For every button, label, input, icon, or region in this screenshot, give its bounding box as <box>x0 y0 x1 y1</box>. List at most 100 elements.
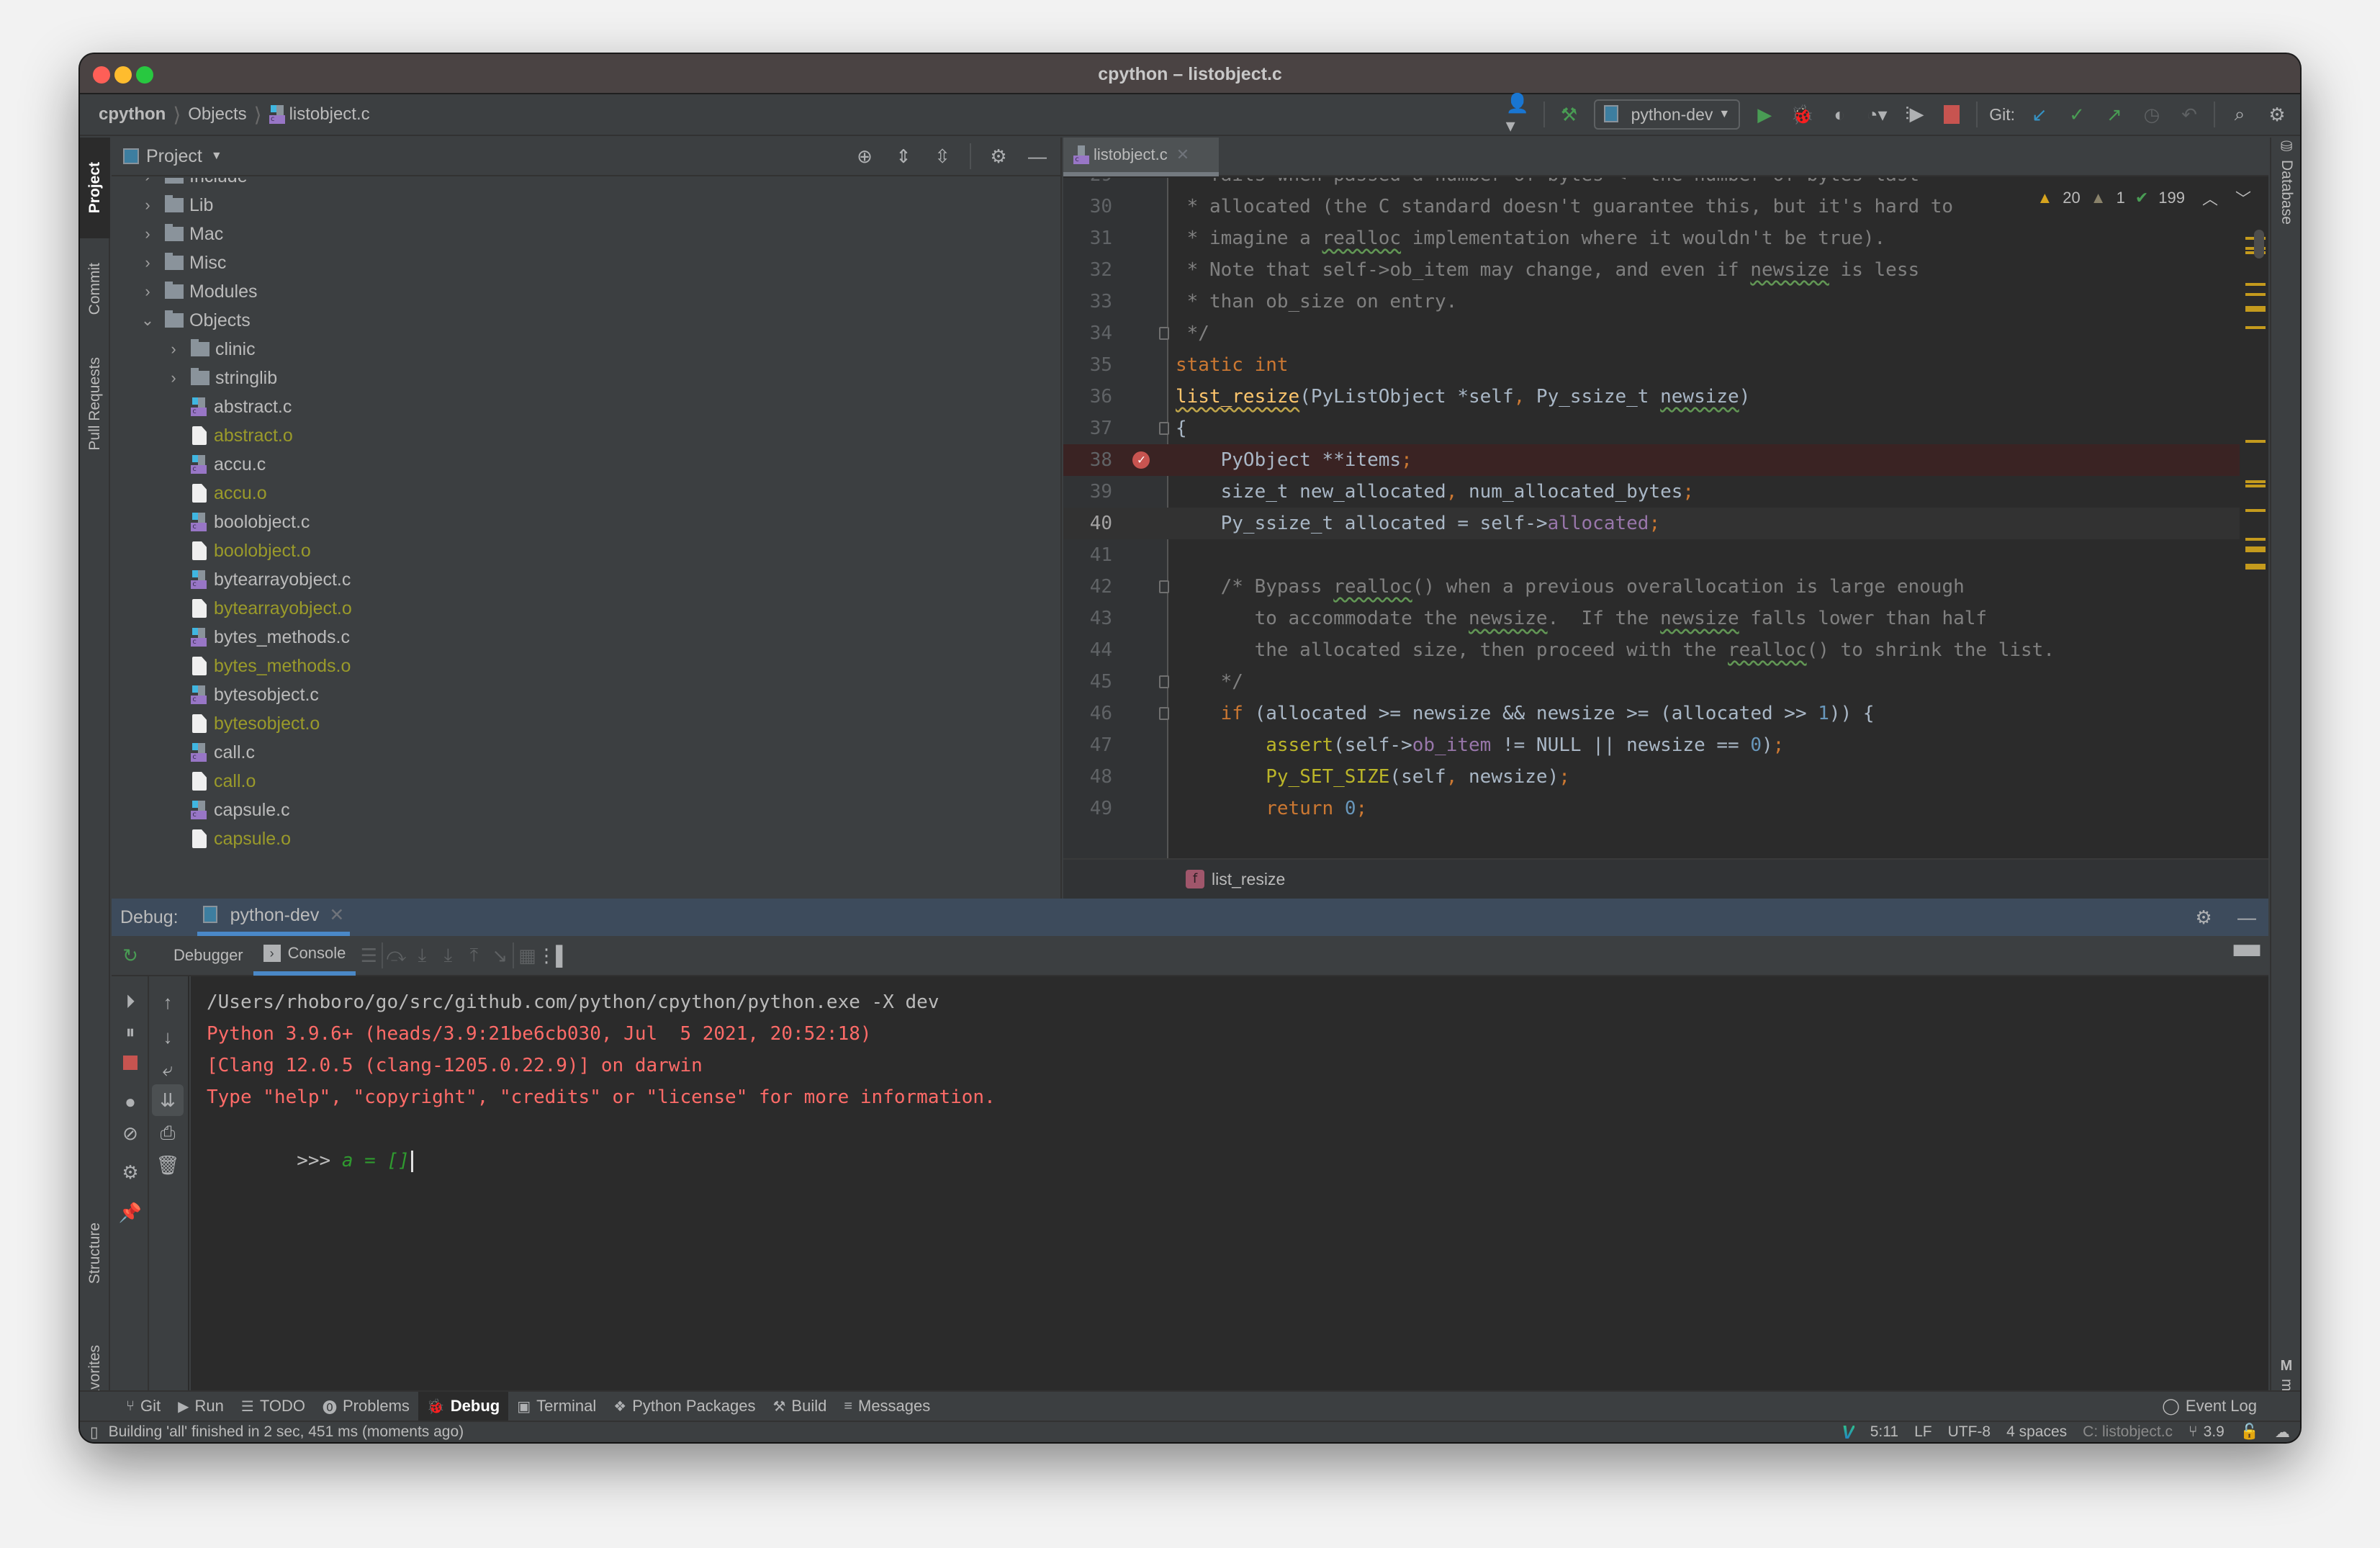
tree-file[interactable]: bytesobject.o <box>112 709 1060 738</box>
tool-tab-run[interactable]: ▶ Run <box>169 1392 233 1421</box>
status-message[interactable]: Building 'all' finished in 2 sec, 451 ms… <box>109 1423 464 1441</box>
code-line[interactable]: 40 Py_ssize_t allocated = self->allocate… <box>1063 508 2240 539</box>
console-input[interactable]: a = [] <box>342 1150 410 1171</box>
rerun-icon[interactable]: ↻ <box>112 942 149 968</box>
warning-marker[interactable] <box>2245 538 2266 541</box>
tree-file[interactable]: bytes_methods.o <box>112 652 1060 680</box>
chevron-down-icon[interactable]: ▼ <box>211 150 222 163</box>
run-to-cursor-icon[interactable]: ↘ <box>487 942 513 968</box>
tree-file[interactable]: c accu.c <box>112 450 1060 479</box>
line-number[interactable]: 38 <box>1063 444 1112 476</box>
debug-icon[interactable]: 🐞 <box>1789 102 1815 127</box>
tree-folder[interactable]: ⌄ Objects <box>112 306 1060 335</box>
code-line[interactable]: 35 static int <box>1063 349 2240 381</box>
line-number[interactable]: 31 <box>1063 222 1112 254</box>
force-step-into-icon[interactable]: ⤓ <box>435 942 461 968</box>
console-input-line[interactable]: >>> a = [] <box>207 1113 413 1172</box>
search-icon[interactable]: ⌕ <box>2227 102 2253 127</box>
warning-marker[interactable] <box>2245 567 2266 570</box>
fold-marker-icon[interactable] <box>1159 422 1169 435</box>
chevron-right-icon[interactable]: › <box>140 225 155 243</box>
tree-folder[interactable]: › Modules <box>112 277 1060 306</box>
tree-file[interactable]: call.o <box>112 767 1060 796</box>
breadcrumb-folder[interactable]: Objects <box>188 104 246 125</box>
pin-icon[interactable]: 📌 <box>112 1197 149 1228</box>
tool-tab-structure[interactable]: Structure <box>80 1203 110 1304</box>
view-breakpoints-icon[interactable]: ● <box>112 1086 149 1117</box>
warning-marker[interactable] <box>2245 283 2266 286</box>
line-number[interactable]: 41 <box>1063 539 1112 571</box>
line-number[interactable]: 35 <box>1063 349 1112 381</box>
git-commit-icon[interactable]: ✓ <box>2064 102 2090 127</box>
file-encoding[interactable]: UTF-8 <box>1948 1423 1991 1441</box>
tree-folder[interactable]: › Mac <box>112 220 1060 248</box>
hide-panel-icon[interactable]: — <box>1026 143 1049 169</box>
code-line[interactable]: 38 PyObject **items; <box>1063 444 2240 476</box>
line-number[interactable]: 33 <box>1063 286 1112 318</box>
code-line[interactable]: 32 * Note that self->ob_item may change,… <box>1063 254 2240 286</box>
tree-file[interactable]: c bytesobject.c <box>112 680 1060 709</box>
collapse-all-icon[interactable]: ⇳ <box>931 143 954 169</box>
layout-icon[interactable]: ▀▀ <box>2234 942 2260 968</box>
tree-file[interactable]: bytearrayobject.o <box>112 594 1060 623</box>
tool-tab-todo[interactable]: ☰ TODO <box>233 1392 314 1421</box>
line-number[interactable]: 40 <box>1063 508 1112 539</box>
tree-file[interactable]: boolobject.o <box>112 536 1060 565</box>
fold-marker-icon[interactable] <box>1159 580 1169 593</box>
locate-file-icon[interactable]: ⊕ <box>853 143 876 169</box>
tool-tab-problems[interactable]: ⓿ Problems <box>314 1392 418 1421</box>
code-line[interactable]: 46 if (allocated >= newsize && newsize >… <box>1063 698 2240 729</box>
settings-icon[interactable]: ⚙ <box>2264 102 2290 127</box>
code-line[interactable]: 31 * imagine a realloc implementation wh… <box>1063 222 2240 254</box>
line-number[interactable]: 49 <box>1063 793 1112 824</box>
attach-icon[interactable]: ⫶▶ <box>1901 102 1927 127</box>
next-highlight-icon[interactable]: ﹀ <box>2235 186 2251 210</box>
caret-position[interactable]: 5:11 <box>1870 1423 1898 1441</box>
code-line[interactable]: 45 */ <box>1063 666 2240 698</box>
line-number[interactable]: 29 <box>1063 178 1112 191</box>
stop-icon[interactable] <box>1939 102 1965 127</box>
warning-marker[interactable] <box>2245 509 2266 512</box>
code-line[interactable]: 47 assert(self->ob_item != NULL || newsi… <box>1063 729 2240 761</box>
tool-tab-python-packages[interactable]: ❖ Python Packages <box>605 1392 764 1421</box>
step-over-icon[interactable]: ⤼ <box>383 942 409 968</box>
tab-debugger[interactable]: Debugger <box>163 935 253 976</box>
warning-marker[interactable] <box>2245 546 2266 552</box>
tree-file[interactable]: c bytearrayobject.c <box>112 565 1060 594</box>
tool-tab-build[interactable]: ⚒ Build <box>764 1392 835 1421</box>
tree-folder[interactable]: › stringlib <box>112 364 1060 392</box>
line-number[interactable]: 46 <box>1063 698 1112 729</box>
project-view-selector[interactable]: Project <box>146 146 202 167</box>
event-log-button[interactable]: ◯ Event Log <box>2162 1397 2300 1416</box>
print-icon[interactable]: ⎙ <box>149 1117 186 1149</box>
frames-icon[interactable]: ☰ <box>356 942 382 968</box>
tool-tab-project[interactable]: Project <box>80 138 110 238</box>
coverage-icon[interactable]: ◐ <box>1826 102 1852 127</box>
breadcrumb-project[interactable]: cpython <box>99 104 166 125</box>
tree-folder[interactable]: › clinic <box>112 335 1060 364</box>
line-separator[interactable]: LF <box>1914 1423 1932 1441</box>
user-icon[interactable]: 👤▾ <box>1506 92 1532 136</box>
tool-tab-messages[interactable]: ≡ Messages <box>835 1392 939 1421</box>
tree-file[interactable]: accu.o <box>112 479 1060 508</box>
lock-icon[interactable]: 🔓 <box>2240 1423 2259 1441</box>
code-line[interactable]: 36 list_resize(PyListObject *self, Py_ssi… <box>1063 381 2240 413</box>
tool-tab-git[interactable]: ⑂ Git <box>117 1392 169 1421</box>
pause-icon[interactable]: ⏸ <box>112 1017 149 1048</box>
warning-marker[interactable] <box>2245 326 2266 329</box>
mute-breakpoints-icon[interactable]: ⊘ <box>112 1117 149 1149</box>
tree-file[interactable]: c boolobject.c <box>112 508 1060 536</box>
warning-marker[interactable] <box>2245 440 2266 443</box>
warning-marker[interactable] <box>2245 485 2266 487</box>
tree-file[interactable]: c bytes_methods.c <box>112 623 1060 652</box>
breadcrumb-file[interactable]: listobject.c <box>289 104 370 125</box>
code-area[interactable]: 29 * fails when passed a number of bytes… <box>1063 178 2268 858</box>
breakpoint-icon[interactable] <box>1132 444 1150 476</box>
tool-tab-commit[interactable]: Commit <box>80 246 110 332</box>
hide-panel-icon[interactable]: — <box>2234 904 2260 930</box>
resume-icon[interactable]: ⏵ <box>112 986 149 1018</box>
clear-icon[interactable]: 🗑 <box>149 1149 186 1181</box>
line-number[interactable]: 43 <box>1063 603 1112 634</box>
debug-session-tab[interactable]: python-dev ✕ <box>197 899 351 936</box>
tree-file[interactable]: capsule.o <box>112 824 1060 853</box>
